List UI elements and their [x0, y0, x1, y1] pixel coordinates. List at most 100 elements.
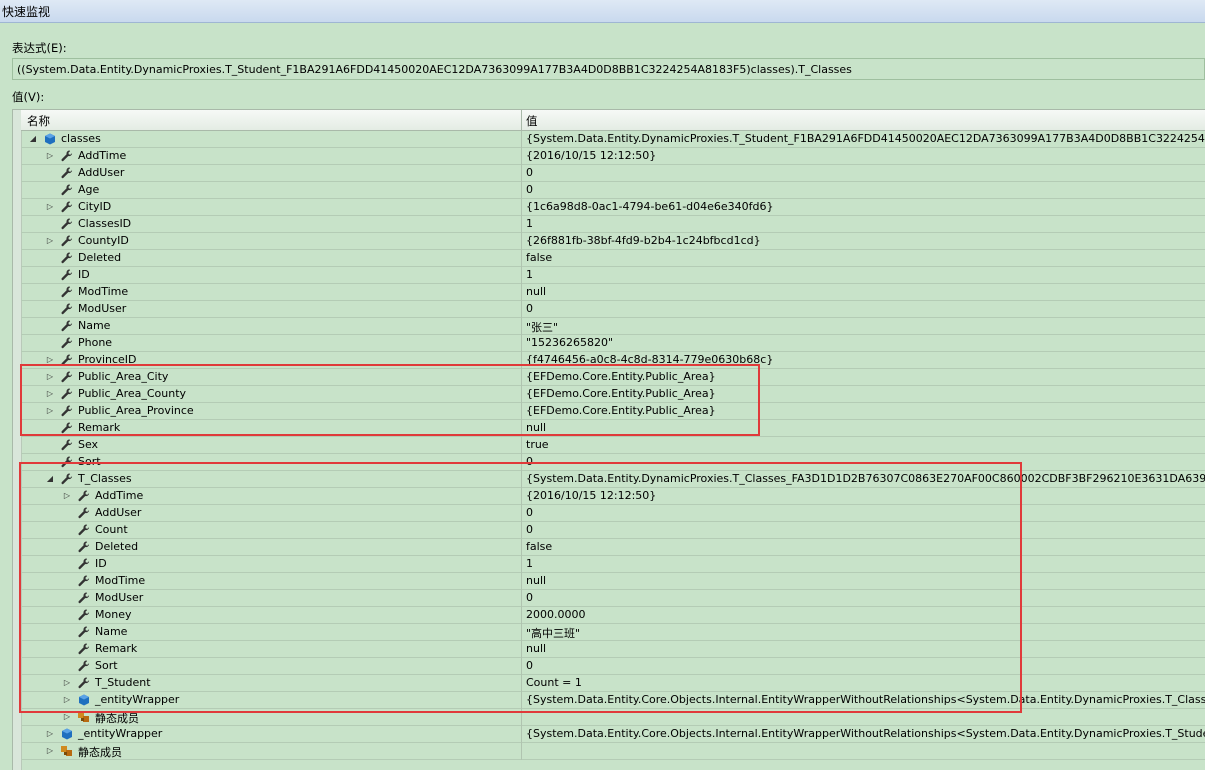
row-value[interactable]: 0 — [526, 166, 533, 179]
row-value[interactable]: {System.Data.Entity.Core.Objects.Interna… — [526, 727, 1205, 740]
tree-row[interactable]: ▷ CityID {1c6a98d8-0ac1-4794-be61-d04e6e34… — [21, 199, 1205, 216]
row-value[interactable]: 0 — [526, 455, 533, 468]
expand-arrow-icon[interactable]: ▷ — [61, 489, 73, 503]
row-value[interactable]: "15236265820" — [526, 336, 613, 349]
row-value[interactable]: {EFDemo.Core.Entity.Public_Area} — [526, 387, 716, 400]
row-value[interactable]: Count = 1 — [526, 676, 582, 689]
row-value[interactable]: {System.Data.Entity.Core.Objects.Interna… — [526, 693, 1205, 706]
expression-box[interactable] — [12, 58, 1205, 80]
tree-row[interactable]: ▷ 静态成员 — [21, 743, 1205, 760]
tree-row[interactable]: ID 1 — [21, 267, 1205, 284]
expand-arrow-icon[interactable]: ▷ — [61, 676, 73, 690]
tree-row[interactable]: ModTime null — [21, 284, 1205, 301]
tree-row[interactable]: ▷ ProvinceID {f4746456-a0c8-4c8d-8314-779e… — [21, 352, 1205, 369]
wrench-icon — [77, 659, 91, 673]
tree-row[interactable]: ▷ T_Student Count = 1 — [21, 675, 1205, 692]
tree-row[interactable]: ▷ Public_Area_County {EFDemo.Core.Entity.P… — [21, 386, 1205, 403]
row-value[interactable]: null — [526, 285, 546, 298]
tree-row[interactable]: ID 1 — [21, 556, 1205, 573]
wrench-icon — [60, 455, 74, 469]
row-value[interactable]: {EFDemo.Core.Entity.Public_Area} — [526, 370, 716, 383]
tree-row[interactable]: ▷ AddTime {2016/10/15 12:12:50} — [21, 488, 1205, 505]
tree-row[interactable]: Name "高中三班" — [21, 624, 1205, 641]
row-value[interactable]: null — [526, 642, 546, 655]
expand-arrow-icon[interactable]: ▷ — [44, 353, 56, 367]
row-value[interactable]: false — [526, 251, 552, 264]
row-value[interactable]: {2016/10/15 12:12:50} — [526, 149, 656, 162]
row-value[interactable]: "高中三班" — [526, 625, 580, 641]
row-value[interactable]: 1 — [526, 217, 533, 230]
tree-row[interactable]: ▷ Public_Area_Province {EFDemo.Core.Entity… — [21, 403, 1205, 420]
tree-row[interactable]: Sex true — [21, 437, 1205, 454]
tree-row[interactable]: Remark null — [21, 420, 1205, 437]
row-name: ProvinceID — [78, 353, 137, 366]
expand-arrow-icon[interactable]: ▷ — [44, 234, 56, 248]
expand-arrow-icon[interactable]: ▷ — [44, 149, 56, 163]
row-value[interactable]: {EFDemo.Core.Entity.Public_Area} — [526, 404, 716, 417]
tree-row[interactable]: ▷ 静态成员 — [21, 709, 1205, 726]
tree-row[interactable]: ModUser 0 — [21, 590, 1205, 607]
tree-row[interactable]: Remark null — [21, 641, 1205, 658]
tree-row[interactable]: ClassesID 1 — [21, 216, 1205, 233]
row-value[interactable]: 1 — [526, 557, 533, 570]
tree-row[interactable]: Age 0 — [21, 182, 1205, 199]
tree-row[interactable]: ▷ Public_Area_City {EFDemo.Core.Entity.Pub… — [21, 369, 1205, 386]
row-value[interactable]: 1 — [526, 268, 533, 281]
tree-row[interactable]: ◢ T_Classes {System.Data.Entity.DynamicPro… — [21, 471, 1205, 488]
row-value[interactable]: {System.Data.Entity.DynamicProxies.T_Stu… — [526, 132, 1205, 145]
column-header-name[interactable]: 名称 — [27, 113, 50, 129]
tree-row[interactable]: ModTime null — [21, 573, 1205, 590]
row-value[interactable]: null — [526, 574, 546, 587]
expand-arrow-icon[interactable]: ▷ — [44, 404, 56, 418]
row-value[interactable]: 0 — [526, 659, 533, 672]
tree-row[interactable]: ▷ CountyID {26f881fb-38bf-4fd9-b2b4-1c24bf… — [21, 233, 1205, 250]
column-header-value[interactable]: 值 — [526, 113, 538, 129]
tree-row[interactable]: ▷ _entityWrapper {System.Data.Entity.Core.… — [21, 692, 1205, 709]
row-value[interactable]: {2016/10/15 12:12:50} — [526, 489, 656, 502]
row-value[interactable]: 0 — [526, 506, 533, 519]
tree-row[interactable]: Sort 0 — [21, 454, 1205, 471]
tree-row[interactable]: Count 0 — [21, 522, 1205, 539]
tree-row[interactable]: Phone "15236265820" — [21, 335, 1205, 352]
row-value[interactable]: 0 — [526, 302, 533, 315]
collapse-arrow-icon[interactable]: ◢ — [44, 472, 56, 486]
row-value[interactable]: 0 — [526, 591, 533, 604]
wrench-icon — [77, 591, 91, 605]
row-value[interactable]: {f4746456-a0c8-4c8d-8314-779e0630b68c} — [526, 353, 773, 366]
expand-arrow-icon[interactable]: ▷ — [44, 744, 56, 758]
tree-row[interactable]: ▷ AddTime {2016/10/15 12:12:50} — [21, 148, 1205, 165]
tree-row[interactable]: ◢ classes {System.Data.Entity.DynamicProxi… — [21, 131, 1205, 148]
tree-row[interactable]: ModUser 0 — [21, 301, 1205, 318]
tree-row[interactable]: Name "张三" — [21, 318, 1205, 335]
expression-input[interactable] — [13, 59, 1204, 79]
expand-arrow-icon[interactable]: ▷ — [44, 200, 56, 214]
tree-row[interactable]: Deleted false — [21, 250, 1205, 267]
expand-arrow-icon[interactable]: ▷ — [61, 710, 73, 724]
expand-arrow-icon[interactable]: ▷ — [44, 727, 56, 741]
tree-row[interactable]: AddUser 0 — [21, 505, 1205, 522]
row-divider — [521, 556, 522, 573]
row-value[interactable]: {26f881fb-38bf-4fd9-b2b4-1c24bfbcd1cd} — [526, 234, 761, 247]
column-divider[interactable] — [521, 110, 522, 130]
tree-row[interactable]: Money 2000.0000 — [21, 607, 1205, 624]
expand-arrow-icon[interactable]: ▷ — [61, 693, 73, 707]
watch-grid[interactable]: 名称 值 ◢ classes {System.Data.Entity.Dynamic… — [12, 109, 1205, 770]
row-value[interactable]: "张三" — [526, 319, 558, 335]
expand-arrow-icon[interactable]: ▷ — [44, 387, 56, 401]
row-name: ModUser — [95, 591, 144, 604]
row-value[interactable]: {System.Data.Entity.DynamicProxies.T_Cla… — [526, 472, 1205, 485]
row-value[interactable]: false — [526, 540, 552, 553]
row-value[interactable]: 2000.0000 — [526, 608, 586, 621]
row-value[interactable]: 0 — [526, 523, 533, 536]
tree-row[interactable]: AddUser 0 — [21, 165, 1205, 182]
row-value[interactable]: {1c6a98d8-0ac1-4794-be61-d04e6e340fd6} — [526, 200, 774, 213]
collapse-arrow-icon[interactable]: ◢ — [27, 132, 39, 146]
tree-row[interactable]: Sort 0 — [21, 658, 1205, 675]
row-value[interactable]: true — [526, 438, 549, 451]
row-value[interactable]: null — [526, 421, 546, 434]
expand-arrow-icon[interactable]: ▷ — [44, 370, 56, 384]
row-value[interactable]: 0 — [526, 183, 533, 196]
tree-row[interactable]: Deleted false — [21, 539, 1205, 556]
tree-row[interactable]: ▷ _entityWrapper {System.Data.Entity.Core.… — [21, 726, 1205, 743]
wrench-icon — [60, 472, 74, 486]
